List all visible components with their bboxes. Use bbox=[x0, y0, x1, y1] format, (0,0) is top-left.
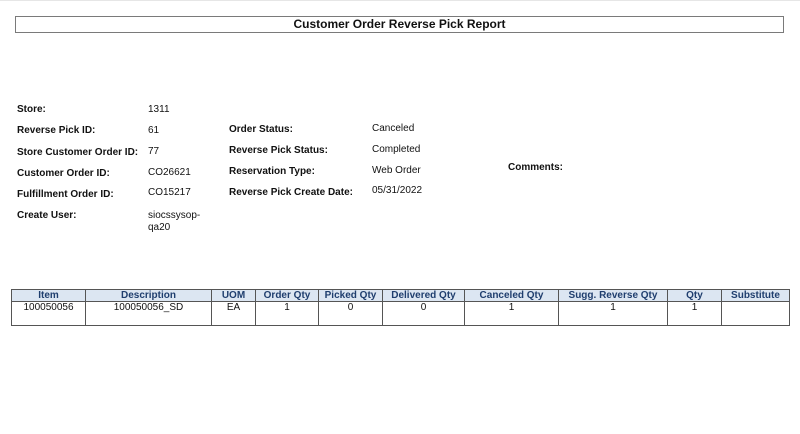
reservation-type-label: Reservation Type: bbox=[229, 166, 315, 177]
reverse-pick-id-label: Reverse Pick ID: bbox=[17, 125, 96, 136]
col-header-qty: Qty bbox=[667, 289, 722, 302]
table-header-row: Item Description UOM Order Qty Picked Qt… bbox=[11, 289, 790, 302]
order-status-label: Order Status: bbox=[229, 124, 293, 135]
cell-substitute bbox=[721, 301, 790, 326]
col-header-item: Item bbox=[11, 289, 86, 302]
customer-order-id-value: CO26621 bbox=[148, 167, 191, 178]
store-value: 1311 bbox=[148, 104, 170, 115]
fulfillment-order-id-value: CO15217 bbox=[148, 187, 191, 198]
cell-uom: EA bbox=[211, 301, 256, 326]
cell-description: 100050056_SD bbox=[85, 301, 212, 326]
col-header-order-qty: Order Qty bbox=[255, 289, 319, 302]
create-user-value: siocssysop-qa20 bbox=[148, 210, 201, 233]
cell-delivered-qty: 0 bbox=[382, 301, 465, 326]
store-label: Store: bbox=[17, 104, 46, 115]
reverse-pick-create-date-label: Reverse Pick Create Date: bbox=[229, 187, 353, 198]
cell-sugg-reverse-qty: 1 bbox=[558, 301, 668, 326]
order-status-value: Canceled bbox=[372, 123, 415, 134]
cell-qty: 1 bbox=[667, 301, 722, 326]
col-header-description: Description bbox=[85, 289, 212, 302]
reverse-pick-status-value: Completed bbox=[372, 144, 421, 155]
col-header-sugg-reverse-qty: Sugg. Reverse Qty bbox=[558, 289, 668, 302]
customer-order-id-label: Customer Order ID: bbox=[17, 168, 110, 179]
reservation-type-value: Web Order bbox=[372, 165, 421, 176]
top-divider bbox=[0, 0, 800, 1]
reverse-pick-id-value: 61 bbox=[148, 125, 160, 136]
comments-label: Comments: bbox=[508, 162, 564, 173]
report-title: Customer Order Reverse Pick Report bbox=[15, 16, 784, 33]
fulfillment-order-id-label: Fulfillment Order ID: bbox=[17, 189, 114, 200]
reverse-pick-create-date-value: 05/31/2022 bbox=[372, 185, 423, 196]
cell-item: 100050056 bbox=[11, 301, 86, 326]
reverse-pick-status-label: Reverse Pick Status: bbox=[229, 145, 328, 156]
cell-canceled-qty: 1 bbox=[464, 301, 559, 326]
table-row: 100050056 100050056_SD EA 1 0 0 1 1 1 bbox=[11, 301, 790, 326]
create-user-label: Create User: bbox=[17, 210, 77, 221]
store-customer-order-id-value: 77 bbox=[148, 146, 160, 157]
col-header-uom: UOM bbox=[211, 289, 256, 302]
col-header-substitute: Substitute bbox=[721, 289, 790, 302]
cell-order-qty: 1 bbox=[255, 301, 319, 326]
store-customer-order-id-label: Store Customer Order ID: bbox=[17, 147, 139, 158]
col-header-picked-qty: Picked Qty bbox=[318, 289, 383, 302]
col-header-canceled-qty: Canceled Qty bbox=[464, 289, 559, 302]
col-header-delivered-qty: Delivered Qty bbox=[382, 289, 465, 302]
cell-picked-qty: 0 bbox=[318, 301, 383, 326]
items-table: Item Description UOM Order Qty Picked Qt… bbox=[11, 289, 790, 326]
